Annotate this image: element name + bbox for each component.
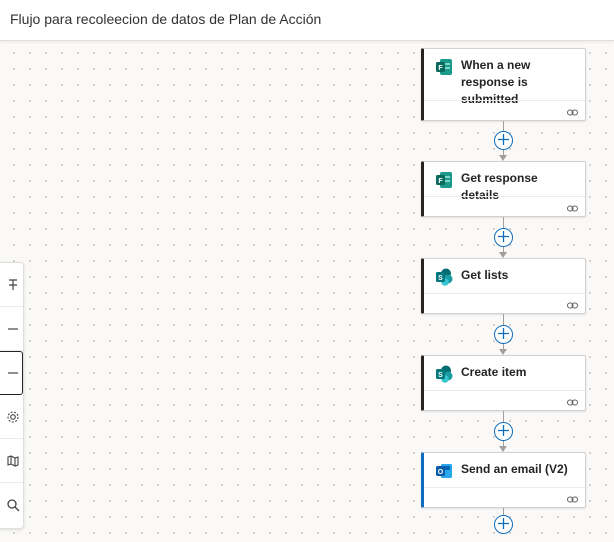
step-title: Send an email (V2) [461,462,568,476]
svg-text:O: O [438,469,444,476]
link-icon[interactable] [567,298,578,309]
step-footer [424,196,585,216]
flow-step-get-response-details[interactable]: F Get response details [421,161,586,217]
add-step-button[interactable] [494,325,513,344]
plus-icon [498,516,509,534]
svg-text:F: F [438,178,443,185]
app-header: Flujo para recoleecion de datos de Plan … [0,0,614,41]
search-button[interactable] [0,483,23,527]
map-button[interactable] [0,439,23,483]
search-icon [6,498,20,512]
plus-icon [498,132,509,150]
flow-step-create-item[interactable]: S Create item [421,355,586,411]
settings-button[interactable] [0,395,23,439]
add-step-button[interactable] [494,515,513,534]
minimap-button[interactable] [0,263,23,307]
plus-icon [498,326,509,344]
add-step-button[interactable] [494,131,513,150]
sharepoint-icon: S [435,268,453,286]
svg-text:S: S [438,275,443,282]
add-step-button[interactable] [494,422,513,441]
outlook-icon: O [435,462,453,480]
connector-line [503,508,504,515]
plus-icon [498,423,509,441]
link-icon[interactable] [567,105,578,116]
microsoft-forms-icon: F [435,58,453,76]
flow-step-send-email[interactable]: O Send an email (V2) [421,452,586,508]
canvas-toolbar [0,262,24,529]
step-title: Create item [461,365,527,379]
fit-view-button[interactable] [0,351,23,395]
flow-step-trigger[interactable]: F When a new response is submitted [421,48,586,121]
step-footer [424,390,585,410]
zoom-out-button[interactable] [0,307,23,351]
plus-icon [498,229,509,247]
step-title: Get lists [461,268,509,282]
link-icon[interactable] [567,201,578,212]
step-footer [424,487,585,507]
link-icon[interactable] [567,492,578,503]
microsoft-forms-icon: F [435,171,453,189]
sharepoint-icon: S [435,365,453,383]
step-footer [424,293,585,313]
step-footer [424,100,585,120]
map-icon [6,454,20,468]
svg-text:F: F [438,65,443,72]
fit-view-icon [7,367,19,379]
flow-step-get-lists[interactable]: S Get lists [421,258,586,314]
link-icon[interactable] [567,395,578,406]
settings-icon [6,410,20,424]
zoom-out-icon [7,323,19,335]
minimap-icon [7,278,19,292]
flow-title: Flujo para recoleecion de datos de Plan … [10,11,322,27]
add-step-button[interactable] [494,228,513,247]
svg-text:S: S [438,372,443,379]
